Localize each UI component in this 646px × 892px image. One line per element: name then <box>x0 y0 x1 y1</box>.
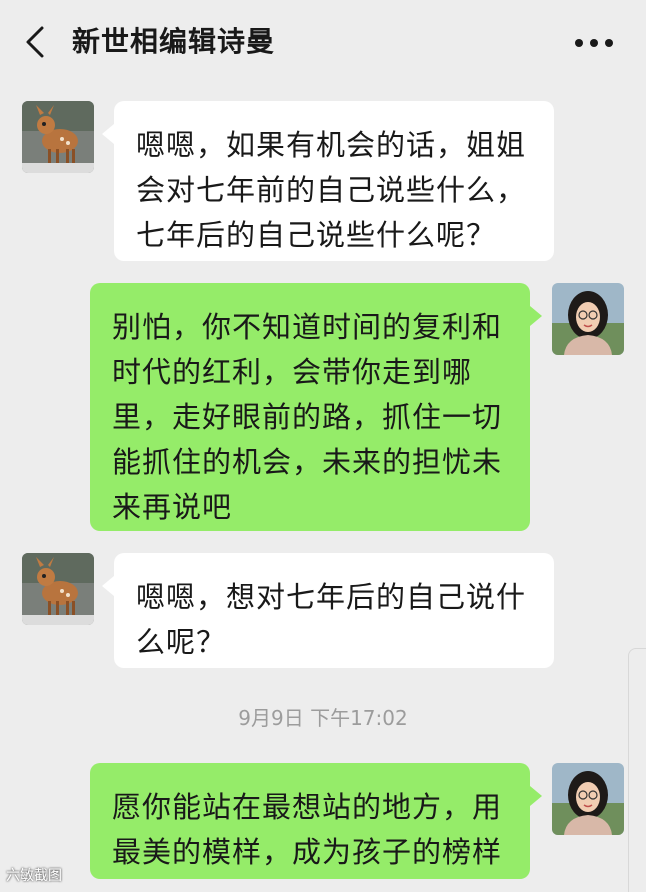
message-timestamp: 9月9日 下午17:02 <box>238 706 408 730</box>
contact-avatar[interactable] <box>22 101 94 173</box>
message-bubble-incoming[interactable]: 嗯嗯，如果有机会的话，姐姐会对七年前的自己说些什么，七年后的自己说些什么呢？ <box>114 101 554 261</box>
deer-avatar-icon <box>22 553 94 625</box>
message-text: 嗯嗯，如果有机会的话，姐姐会对七年前的自己说些什么，七年后的自己说些什么呢？ <box>136 128 527 252</box>
more-options-icon[interactable] <box>574 38 614 48</box>
scroll-indicator[interactable] <box>628 648 646 892</box>
chat-header: 新世相编辑诗曼 <box>0 0 646 84</box>
message-text: 嗯嗯，想对七年后的自己说什么呢？ <box>136 580 527 659</box>
chat-title: 新世相编辑诗曼 <box>72 25 276 58</box>
user-avatar[interactable] <box>552 763 624 835</box>
woman-avatar-icon <box>552 283 624 355</box>
message-text: 别怕，你不知道时间的复利和时代的红利，会带你走到哪里，走好眼前的路，抓住一切能抓… <box>112 310 503 524</box>
deer-avatar-icon <box>22 101 94 173</box>
message-bubble-outgoing[interactable]: 别怕，你不知道时间的复利和时代的红利，会带你走到哪里，走好眼前的路，抓住一切能抓… <box>90 283 530 531</box>
message-bubble-incoming[interactable]: 嗯嗯，想对七年后的自己说什么呢？ <box>114 553 554 668</box>
bubble-tail <box>530 306 542 326</box>
bubble-tail <box>102 576 114 596</box>
bubble-tail <box>102 124 114 144</box>
back-arrow-icon[interactable] <box>22 24 50 60</box>
message-text: 愿你能站在最想站的地方，用最美的模样，成为孩子的榜样 <box>112 790 503 869</box>
message-bubble-outgoing[interactable]: 愿你能站在最想站的地方，用最美的模样，成为孩子的榜样 <box>90 763 530 879</box>
bubble-tail <box>530 786 542 806</box>
woman-avatar-icon <box>552 763 624 835</box>
watermark-label: 六敏截图 <box>6 868 62 884</box>
user-avatar[interactable] <box>552 283 624 355</box>
contact-avatar[interactable] <box>22 553 94 625</box>
